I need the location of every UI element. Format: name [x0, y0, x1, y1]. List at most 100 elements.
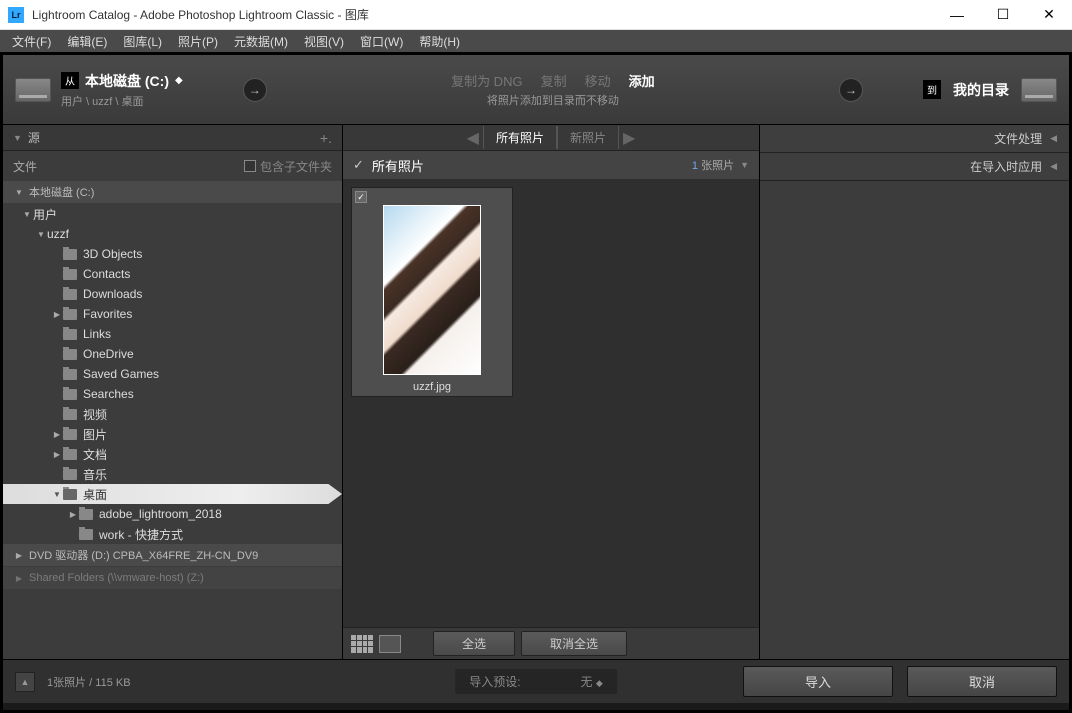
maximize-button[interactable]: ☐: [980, 0, 1026, 30]
thumbnail-checkbox[interactable]: ✓: [355, 191, 367, 203]
source-selector[interactable]: 从 本地磁盘 (C:) ◆: [61, 71, 183, 91]
checkbox-icon: [244, 160, 256, 172]
tree-label: adobe_lightroom_2018: [99, 507, 222, 521]
tree-item[interactable]: Searches: [3, 384, 342, 404]
include-subfolders-checkbox[interactable]: 包含子文件夹: [244, 158, 332, 175]
tree-label: 用户: [33, 206, 57, 223]
preset-label: 导入预设:: [469, 673, 520, 690]
tree-drive-c[interactable]: ▼本地磁盘 (C:): [3, 181, 342, 203]
folder-icon: [63, 389, 77, 400]
tree-uzzf[interactable]: ▼uzzf: [3, 224, 342, 244]
destination-label[interactable]: 我的目录: [953, 80, 1009, 100]
close-button[interactable]: ✕: [1026, 0, 1072, 30]
menu-metadata[interactable]: 元数据(M): [226, 31, 296, 52]
action-copy[interactable]: 复制: [541, 71, 567, 90]
apply-during-import-panel[interactable]: 在导入时应用 ◀: [760, 153, 1069, 181]
tree-item[interactable]: ▶Favorites: [3, 304, 342, 324]
thumbnail-filename: uzzf.jpg: [355, 381, 509, 393]
folder-icon: [63, 289, 77, 300]
deselect-all-button[interactable]: 取消全选: [521, 631, 627, 656]
minimize-button[interactable]: —: [934, 0, 980, 30]
nav-next-icon[interactable]: →: [243, 78, 267, 102]
menu-help[interactable]: 帮助(H): [411, 31, 468, 52]
import-button[interactable]: 导入: [743, 666, 893, 697]
tree-users[interactable]: ▼用户: [3, 204, 342, 224]
tree-label: Searches: [83, 387, 134, 401]
action-move[interactable]: 移动: [585, 71, 611, 90]
center-toolbar: 全选 取消全选: [343, 627, 759, 659]
tree-item[interactable]: 3D Objects: [3, 244, 342, 264]
tree-item[interactable]: ▶文档: [3, 444, 342, 464]
folder-icon: [63, 429, 77, 440]
window-titlebar: Lr Lightroom Catalog - Adobe Photoshop L…: [0, 0, 1072, 30]
tree-item[interactable]: OneDrive: [3, 344, 342, 364]
tree-label: Links: [83, 327, 111, 341]
source-panel-header[interactable]: ▼ 源 +.: [3, 125, 342, 151]
tree-label: Downloads: [83, 287, 142, 301]
check-all-icon[interactable]: ✓: [353, 157, 364, 173]
file-handling-label: 文件处理: [994, 130, 1042, 147]
menu-bar: 文件(F) 编辑(E) 图库(L) 照片(P) 元数据(M) 视图(V) 窗口(…: [0, 30, 1072, 52]
folder-icon: [63, 249, 77, 260]
status-text: 1张照片 / 115 KB: [47, 674, 131, 690]
folder-icon: [63, 329, 77, 340]
to-badge: 到: [923, 80, 941, 99]
tree-item[interactable]: Links: [3, 324, 342, 344]
expand-up-button[interactable]: ▲: [15, 672, 35, 692]
tree-item[interactable]: 音乐: [3, 464, 342, 484]
window-title: Lightroom Catalog - Adobe Photoshop Ligh…: [32, 6, 369, 23]
tab-prev-icon[interactable]: ◀: [467, 128, 479, 148]
action-copy-dng[interactable]: 复制为 DNG: [451, 71, 523, 90]
menu-edit[interactable]: 编辑(E): [59, 31, 115, 52]
tree-label: work - 快捷方式: [99, 526, 183, 543]
cancel-button[interactable]: 取消: [907, 666, 1057, 697]
bottom-bar: ▲ 1张照片 / 115 KB 导入预设: 无 ◆ 导入 取消: [3, 659, 1069, 703]
tree-label: 文档: [83, 446, 107, 463]
tree-label: 音乐: [83, 466, 107, 483]
all-photos-title: 所有照片: [372, 156, 424, 175]
nav-next-icon[interactable]: →: [839, 78, 863, 102]
sort-menu-icon[interactable]: ▼: [740, 160, 749, 170]
folder-icon: [63, 269, 77, 280]
tree-item[interactable]: ▶图片: [3, 424, 342, 444]
tab-new-photos[interactable]: 新照片: [557, 126, 619, 149]
tab-next-icon[interactable]: ▶: [623, 128, 635, 148]
menu-photo[interactable]: 照片(P): [170, 31, 226, 52]
tree-label: 桌面: [83, 486, 107, 503]
source-disk-label: 本地磁盘 (C:): [85, 71, 169, 91]
folder-icon: [63, 349, 77, 360]
chevron-updown-icon: ◆: [596, 678, 603, 688]
menu-window[interactable]: 窗口(W): [352, 31, 411, 52]
tree-item[interactable]: Saved Games: [3, 364, 342, 384]
grid-view-button[interactable]: [351, 635, 373, 653]
center-tabs: ◀ 所有照片 新照片 ▶: [343, 125, 759, 151]
menu-library[interactable]: 图库(L): [115, 31, 170, 52]
menu-file[interactable]: 文件(F): [4, 31, 59, 52]
folder-tree: ▼本地磁盘 (C:) ▼用户 ▼uzzf 3D Objects Contacts…: [3, 181, 342, 659]
add-source-button[interactable]: +.: [320, 130, 332, 146]
tree-item[interactable]: 视频: [3, 404, 342, 424]
file-handling-panel[interactable]: 文件处理 ◀: [760, 125, 1069, 153]
folder-icon: [63, 449, 77, 460]
menu-view[interactable]: 视图(V): [296, 31, 352, 52]
tree-item[interactable]: work - 快捷方式: [3, 524, 342, 544]
tree-item[interactable]: Contacts: [3, 264, 342, 284]
select-all-button[interactable]: 全选: [433, 631, 515, 656]
action-add[interactable]: 添加: [629, 71, 655, 90]
import-preset-selector[interactable]: 导入预设: 无 ◆: [455, 669, 617, 694]
thumbnail-image: [383, 205, 481, 375]
import-header: 从 本地磁盘 (C:) ◆ 用户 \ uzzf \ 桌面 → 复制为 DNG 复…: [3, 55, 1069, 125]
tree-label: Favorites: [83, 307, 132, 321]
from-badge: 从: [61, 72, 79, 89]
apply-during-label: 在导入时应用: [970, 158, 1042, 175]
tree-drive-z[interactable]: ▶Shared Folders (\\vmware-host) (Z:): [3, 567, 342, 589]
tree-item[interactable]: ▶adobe_lightroom_2018: [3, 504, 342, 524]
loupe-view-button[interactable]: [379, 635, 401, 653]
tree-desktop[interactable]: ▼桌面: [3, 484, 342, 504]
folder-icon: [63, 469, 77, 480]
tree-item[interactable]: Downloads: [3, 284, 342, 304]
tree-drive-d[interactable]: ▶DVD 驱动器 (D:) CPBA_X64FRE_ZH-CN_DV9: [3, 544, 342, 566]
tab-all-photos[interactable]: 所有照片: [483, 126, 557, 149]
folder-icon: [79, 529, 93, 540]
thumbnail-item[interactable]: ✓ uzzf.jpg: [351, 187, 513, 397]
